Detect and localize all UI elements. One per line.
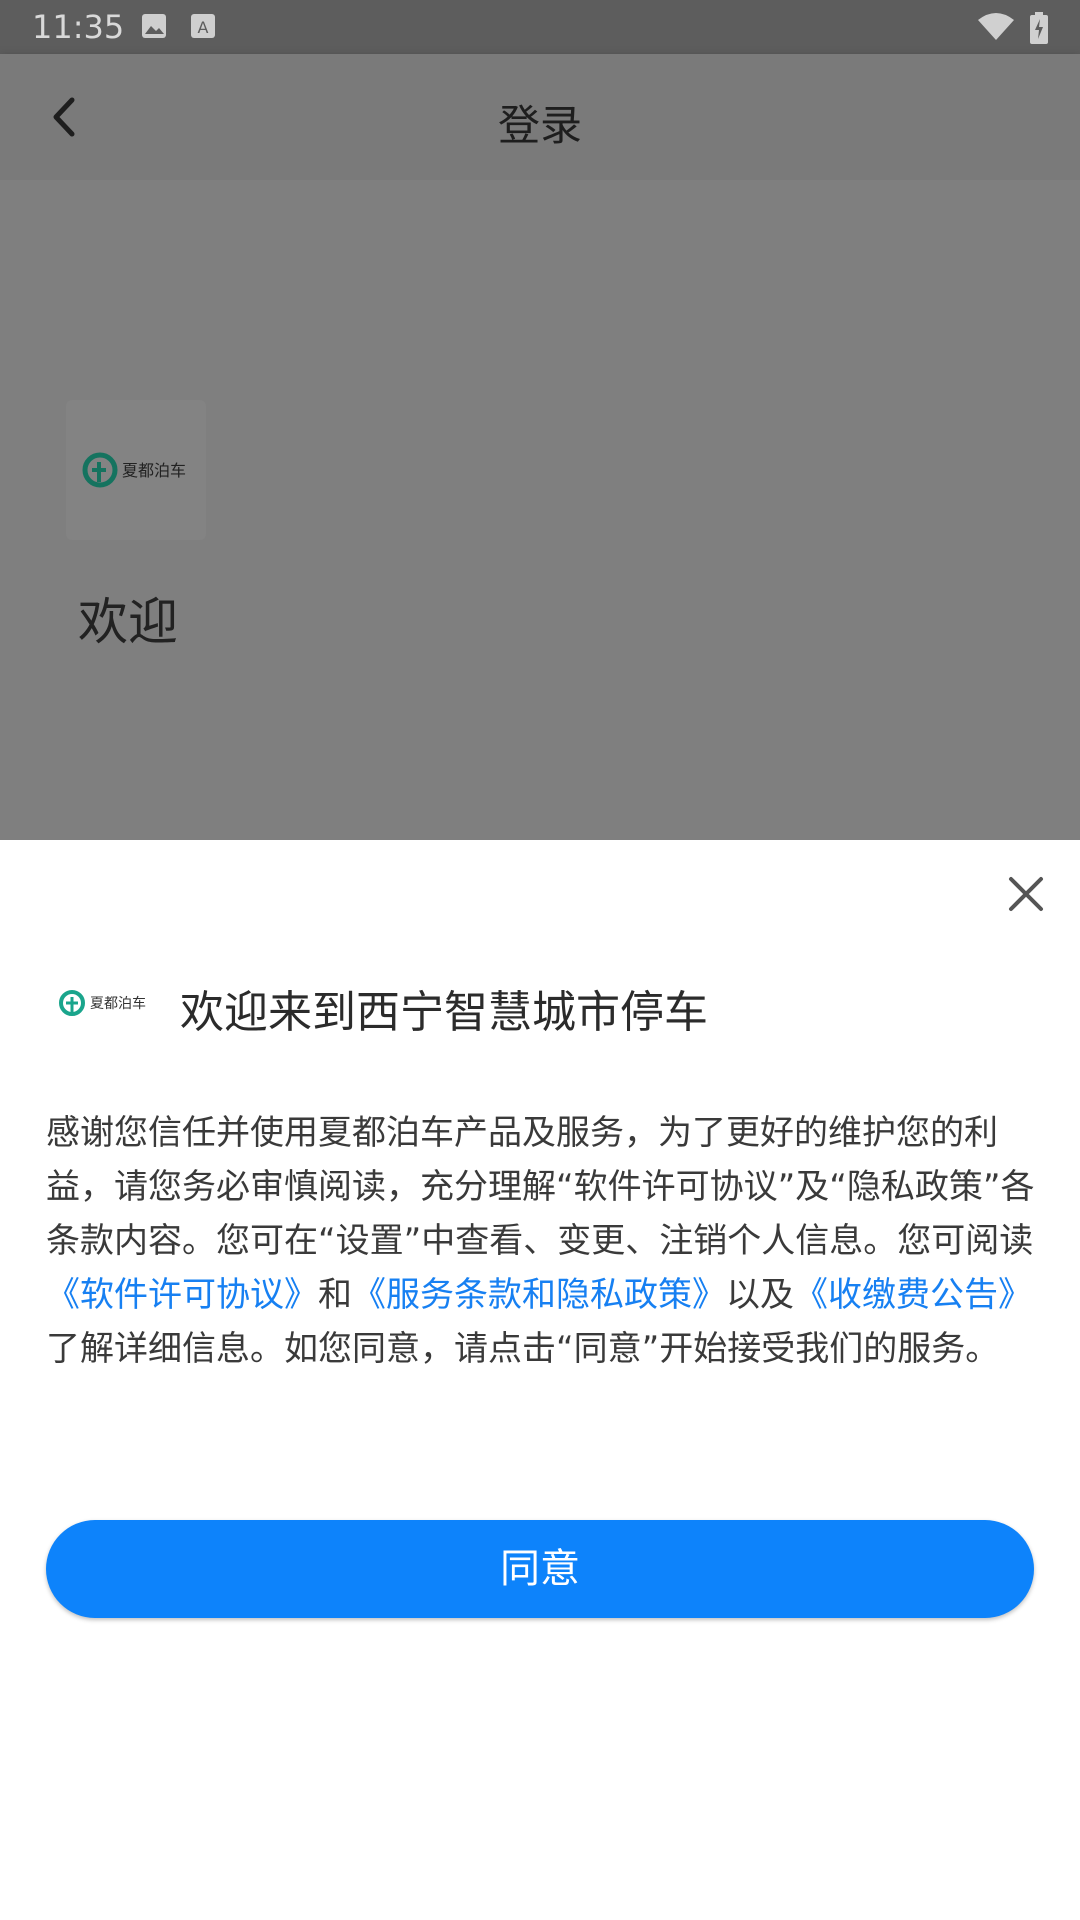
body-and-also: 以及: [726, 1275, 794, 1315]
welcome-heading: 欢迎: [78, 593, 178, 651]
app-logo-text: 夏都泊车: [122, 461, 186, 480]
app-bar: 登录: [0, 54, 1080, 180]
status-bar: 11:35 A: [0, 0, 1080, 54]
link-software-license[interactable]: 《软件许可协议》: [46, 1275, 318, 1315]
link-privacy-policy[interactable]: 《服务条款和隐私政策》: [352, 1275, 726, 1315]
body-and: 和: [318, 1275, 352, 1315]
dialog-body: 感谢您信任并使用夏都泊车产品及服务，为了更好的维护您的利益，请您务必审慎阅读，充…: [46, 1106, 1036, 1376]
body-outro: 了解详细信息。如您同意，请点击“同意”开始接受我们的服务。: [46, 1329, 1000, 1369]
dialog-title: 欢迎来到西宁智慧城市停车: [180, 987, 708, 1038]
agree-button[interactable]: 同意: [46, 1520, 1034, 1618]
svg-text:A: A: [198, 18, 209, 37]
dialog-logo: 夏都泊车: [58, 986, 158, 1024]
image-icon: [140, 12, 168, 44]
link-fee-notice[interactable]: 《收缴费公告》: [794, 1275, 1032, 1315]
wifi-icon: [976, 12, 1016, 46]
battery-charging-icon: [1030, 12, 1048, 48]
status-time: 11:35: [32, 8, 125, 46]
font-a-icon: A: [190, 12, 216, 44]
body-intro: 感谢您信任并使用夏都泊车产品及服务，为了更好的维护您的利益，请您务必审慎阅读，充…: [46, 1113, 1035, 1261]
close-button[interactable]: [1006, 874, 1046, 914]
page-title: 登录: [497, 101, 582, 150]
dialog-logo-text: 夏都泊车: [90, 995, 146, 1012]
app-logo: 夏都泊车: [66, 400, 206, 540]
close-icon: [1009, 877, 1043, 911]
